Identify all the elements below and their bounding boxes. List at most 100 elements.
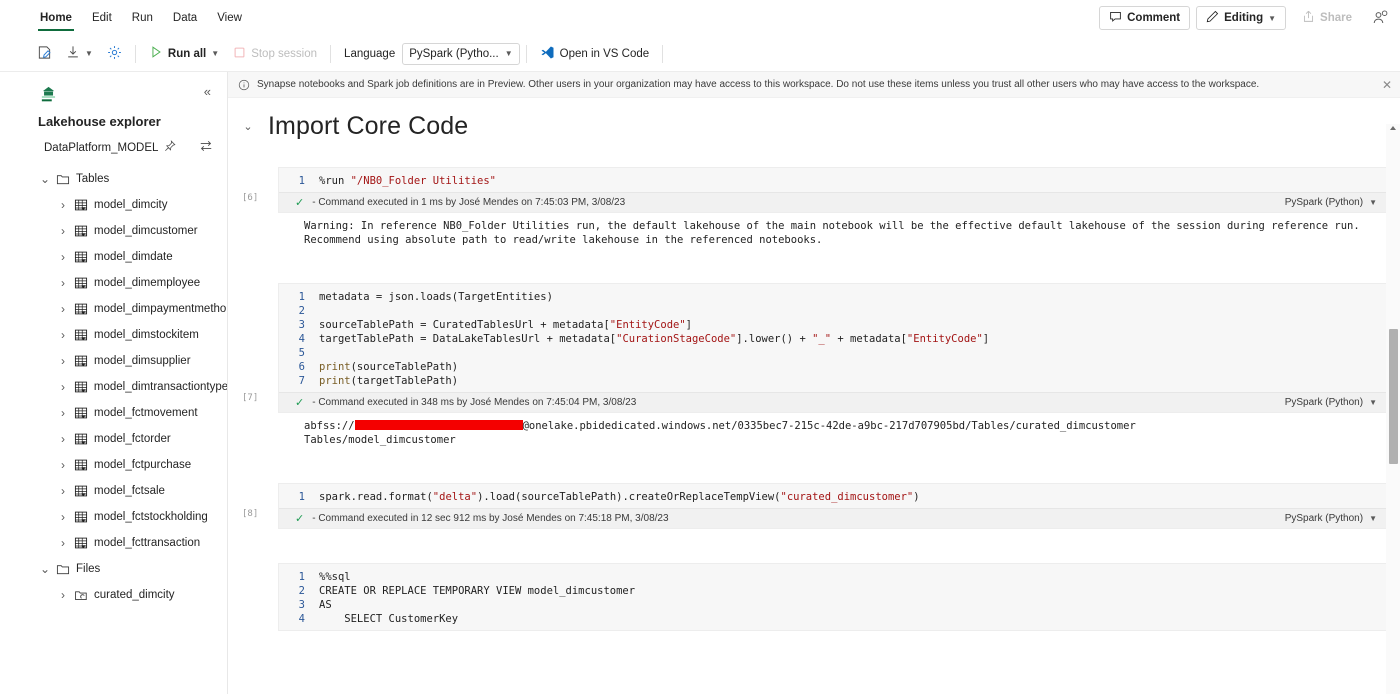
- tree-item-model_dimdate[interactable]: › model_dimdate: [0, 244, 227, 270]
- command-separator-4: [662, 44, 664, 63]
- chevron-down-icon[interactable]: ⌄: [40, 173, 50, 185]
- chevron-right-icon[interactable]: ›: [58, 588, 68, 602]
- download-button[interactable]: ▼: [59, 41, 100, 67]
- chevron-down-icon[interactable]: ⌄: [40, 563, 50, 575]
- code-text: targetTablePath = DataLakeTablesUrl + me…: [319, 333, 990, 345]
- tree-item-model_fcttransaction[interactable]: › model_fcttransaction: [0, 530, 227, 556]
- chevron-right-icon[interactable]: ›: [58, 302, 68, 316]
- settings-button[interactable]: [100, 41, 129, 67]
- sidebar-title: Lakehouse explorer: [38, 114, 161, 129]
- vertical-scrollbar[interactable]: [1386, 124, 1400, 694]
- tree-item-model_fctpurchase[interactable]: › model_fctpurchase: [0, 452, 227, 478]
- chevron-right-icon[interactable]: ›: [58, 380, 68, 394]
- run-all-button[interactable]: Run all ▼: [142, 41, 226, 67]
- cell-code-box[interactable]: 1 metadata = json.loads(TargetEntities) 2 …: [278, 283, 1388, 413]
- cell-status-bar: ✓ - Command executed in 1 ms by José Mend…: [279, 192, 1387, 212]
- scroll-up-arrow-icon[interactable]: [1390, 126, 1396, 130]
- sidebar-header: «: [0, 72, 227, 106]
- cell-language-label: PySpark (Python): [1284, 397, 1364, 408]
- notebook-cell[interactable]: 1 spark.read.format("delta").load(sourceT…: [278, 483, 1388, 529]
- tree-item-model_fctmovement[interactable]: › model_fctmovement: [0, 400, 227, 426]
- chevron-right-icon[interactable]: ›: [58, 250, 68, 264]
- tree-item-tables[interactable]: ⌄ Tables: [0, 166, 227, 192]
- editing-mode-button[interactable]: Editing ▼: [1196, 6, 1287, 30]
- code-line: 2: [279, 304, 1387, 318]
- tree-item-model_dimpaymentmetho[interactable]: › model_dimpaymentmetho: [0, 296, 227, 322]
- open-in-vs-code-button[interactable]: Open in VS Code: [533, 41, 657, 67]
- table-icon: [74, 432, 88, 446]
- ribbon-tab-home[interactable]: Home: [30, 5, 82, 31]
- tree-item-model_dimtransactiontype[interactable]: › model_dimtransactiontype: [0, 374, 227, 400]
- folder-icon: [56, 562, 70, 576]
- table-icon: [74, 510, 88, 524]
- ribbon-tab-strip: Home Edit Run Data View Comment Editing …: [0, 0, 1400, 36]
- cell-code-box[interactable]: 1 %%sql 2 CREATE OR REPLACE TEMPORARY VIEW …: [278, 563, 1388, 631]
- save-button[interactable]: [30, 41, 59, 67]
- tree-item-model_dimcity[interactable]: › model_dimcity: [0, 192, 227, 218]
- tree-item-model_fctsale[interactable]: › model_fctsale: [0, 478, 227, 504]
- code-editor[interactable]: 1 metadata = json.loads(TargetEntities) 2 …: [279, 284, 1387, 392]
- chevron-right-icon[interactable]: ›: [58, 458, 68, 472]
- tree-item-model_fctorder[interactable]: › model_fctorder: [0, 426, 227, 452]
- ribbon-tab-view[interactable]: View: [207, 5, 252, 31]
- tree-item-label: model_dimcity: [94, 199, 168, 211]
- chevron-right-icon[interactable]: ›: [58, 276, 68, 290]
- comment-button[interactable]: Comment: [1099, 6, 1191, 30]
- chevron-right-icon[interactable]: ›: [58, 328, 68, 342]
- chevron-right-icon[interactable]: ›: [58, 224, 68, 238]
- chevron-right-icon[interactable]: ›: [58, 406, 68, 420]
- chevron-right-icon[interactable]: ›: [58, 432, 68, 446]
- ribbon-tab-run[interactable]: Run: [122, 5, 163, 31]
- code-editor[interactable]: 1 %run "/NB0_Folder Utilities": [279, 168, 1387, 192]
- switch-lakehouse-icon[interactable]: [199, 139, 213, 156]
- line-number: 1: [298, 291, 305, 303]
- table-icon: [74, 302, 88, 316]
- lakehouse-name-row[interactable]: DataPlatform_MODEL: [0, 129, 227, 156]
- tree-item-model_dimsupplier[interactable]: › model_dimsupplier: [0, 348, 227, 374]
- code-text: print(sourceTablePath): [319, 361, 459, 373]
- cell-language-selector[interactable]: PySpark (Python) ▼: [1285, 513, 1387, 524]
- chevron-right-icon[interactable]: ›: [58, 536, 68, 550]
- notebook-title: Import Core Code: [268, 112, 469, 140]
- notebook-cell[interactable]: 1 %%sql 2 CREATE OR REPLACE TEMPORARY VIEW …: [278, 563, 1388, 631]
- close-icon[interactable]: ✕: [1372, 78, 1392, 92]
- ribbon-tab-run-label: Run: [131, 12, 153, 24]
- chevron-right-icon[interactable]: ›: [58, 510, 68, 524]
- collapse-sidebar-button[interactable]: «: [204, 84, 213, 99]
- code-editor[interactable]: 1 spark.read.format("delta").load(sourceT…: [279, 484, 1387, 508]
- stop-session-button[interactable]: Stop session: [226, 41, 324, 67]
- table-icon: [74, 250, 88, 264]
- ribbon-tab-edit[interactable]: Edit: [82, 5, 122, 31]
- language-label: Language: [337, 41, 402, 67]
- ribbon-tab-data[interactable]: Data: [163, 5, 207, 31]
- code-text: print(targetTablePath): [319, 375, 459, 387]
- code-line: 7 print(targetTablePath): [279, 374, 1387, 388]
- tree-item-curated_dimcity[interactable]: › curated_dimcity: [0, 582, 227, 608]
- account-badge-button[interactable]: [1368, 6, 1392, 30]
- pin-icon[interactable]: [164, 140, 176, 155]
- tree-item-model_dimemployee[interactable]: › model_dimemployee: [0, 270, 227, 296]
- tree-item-model_dimcustomer[interactable]: › model_dimcustomer: [0, 218, 227, 244]
- notebook-cell[interactable]: 1 metadata = json.loads(TargetEntities) 2 …: [278, 283, 1388, 413]
- ribbon-right-actions: Comment Editing ▼ Share: [1099, 6, 1392, 30]
- chevron-right-icon[interactable]: ›: [58, 198, 68, 212]
- tree-item-model_dimstockitem[interactable]: › model_dimstockitem: [0, 322, 227, 348]
- code-editor[interactable]: 1 %%sql 2 CREATE OR REPLACE TEMPORARY VIEW …: [279, 564, 1387, 630]
- language-label-text: Language: [344, 47, 396, 60]
- tree-item-files[interactable]: ⌄ Files: [0, 556, 227, 582]
- comment-icon: [1109, 10, 1122, 26]
- cell-code-box[interactable]: 1 %run "/NB0_Folder Utilities" ✓ - Command …: [278, 167, 1388, 213]
- notebook-cell[interactable]: 1 %run "/NB0_Folder Utilities" ✓ - Command …: [278, 167, 1388, 213]
- chevron-down-icon[interactable]: ⌄: [228, 120, 268, 133]
- chevron-right-icon[interactable]: ›: [58, 354, 68, 368]
- tree-item-model_fctstockholding[interactable]: › model_fctstockholding: [0, 504, 227, 530]
- share-button[interactable]: Share: [1292, 6, 1362, 30]
- chevron-right-icon[interactable]: ›: [58, 484, 68, 498]
- redacted-account-name: [354, 420, 523, 430]
- cell-language-selector[interactable]: PySpark (Python) ▼: [1285, 197, 1387, 208]
- download-icon: [66, 45, 80, 62]
- scrollbar-thumb[interactable]: [1389, 329, 1398, 464]
- language-select[interactable]: PySpark (Pytho... ▼: [402, 42, 520, 65]
- cell-code-box[interactable]: 1 spark.read.format("delta").load(sourceT…: [278, 483, 1388, 529]
- cell-language-selector[interactable]: PySpark (Python) ▼: [1285, 397, 1387, 408]
